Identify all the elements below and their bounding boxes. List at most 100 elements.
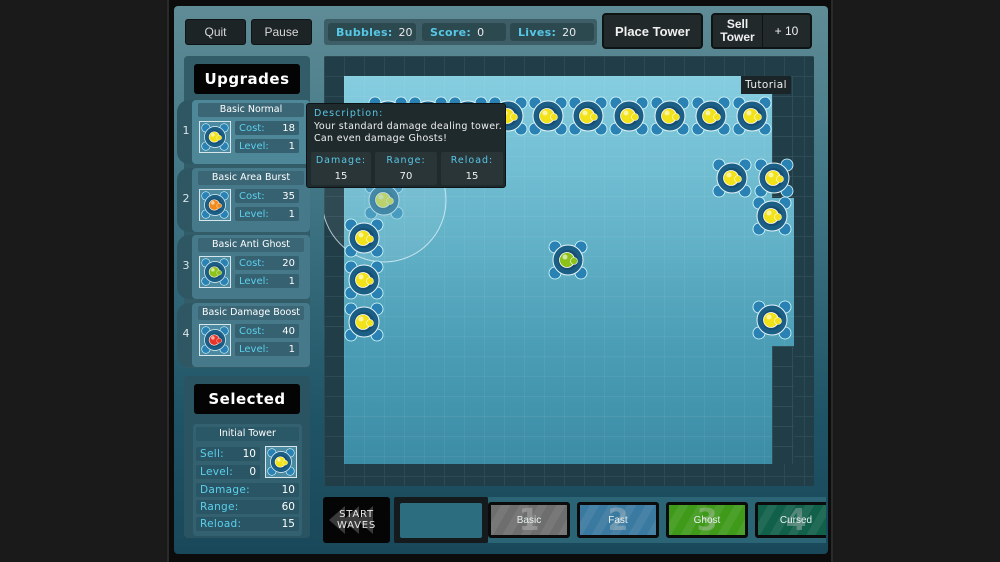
range-value: 60	[281, 501, 295, 513]
sell-row: Sell: 10	[196, 447, 260, 461]
sell-value: + 10	[774, 24, 799, 38]
upgrade-card[interactable]: Basic Normal Cost: 18 Level: 1	[192, 100, 310, 164]
tower-basic[interactable]	[569, 97, 607, 135]
bubbles-label: Bubbles:	[336, 25, 393, 39]
wave-ghost[interactable]: 3 Ghost	[666, 502, 748, 538]
upgrade-cost-row: Cost: 40	[235, 324, 299, 338]
tower-basic[interactable]	[610, 97, 648, 135]
upgrade-cost-row: Cost: 18	[235, 121, 299, 135]
tutorial-button[interactable]: Tutorial	[741, 76, 791, 94]
area-burst-tower-icon	[201, 191, 229, 219]
upgrade-level-row: Level: 1	[235, 207, 299, 221]
wave-name: Fast	[608, 514, 628, 526]
level-value: 1	[288, 140, 295, 152]
level-label: Level:	[239, 208, 269, 220]
level-value: 1	[288, 208, 295, 220]
upgrade-cost-row: Cost: 35	[235, 189, 299, 203]
upgrade-icon	[199, 256, 231, 288]
cost-value: 40	[282, 325, 295, 337]
pause-button[interactable]: Pause	[251, 19, 312, 45]
lives-value: 20	[562, 25, 577, 39]
upgrade-number: 3	[182, 259, 190, 272]
cost-label: Cost:	[239, 257, 265, 269]
tower-area-burst[interactable]	[753, 301, 791, 339]
sell-tower-button[interactable]: Sell Tower + 10	[711, 13, 812, 49]
range-label: Range:	[200, 501, 239, 513]
cost-label: Cost:	[239, 190, 265, 202]
tower-basic[interactable]	[755, 159, 793, 197]
tower-basic[interactable]	[345, 261, 383, 299]
wave-cursed[interactable]: 4 Cursed	[755, 502, 826, 538]
upgrade-icon	[199, 121, 231, 153]
level-value: 1	[288, 343, 295, 355]
level-label: Level:	[239, 275, 269, 287]
wave-track: 1 Basic 2 Fast 3 Ghost 4 Cursed	[488, 497, 826, 543]
tooltip-damage: Damage: 15	[311, 152, 371, 185]
cost-label: Cost:	[239, 122, 265, 134]
upgrade-number: 4	[182, 327, 190, 340]
damage-row: Damage: 10	[196, 483, 299, 497]
upgrade-name: Basic Normal	[198, 103, 304, 117]
cost-value: 20	[282, 257, 295, 269]
start-waves-line1: START	[339, 509, 374, 520]
wave-fast[interactable]: 2 Fast	[577, 502, 659, 538]
upgrade-name: Basic Damage Boost	[198, 306, 304, 320]
upgrades-title: Upgrades	[194, 64, 300, 94]
tower-basic[interactable]	[713, 159, 751, 197]
upgrade-icon	[199, 189, 231, 221]
tower-tooltip: Description: Your standard damage dealin…	[306, 103, 506, 188]
stats-bar: Bubbles: 20 Score: 0 Lives: 20	[324, 19, 597, 45]
place-tower-button[interactable]: Place Tower	[602, 13, 703, 49]
bubbles-stat: Bubbles: 20	[328, 23, 416, 41]
cost-label: Cost:	[239, 325, 265, 337]
anti-ghost-tower-icon	[201, 258, 229, 286]
tower-basic[interactable]	[692, 97, 730, 135]
upgrade-name: Basic Area Burst	[198, 171, 304, 185]
level-value: 0	[249, 466, 256, 478]
stage: Quit Pause Bubbles: 20 Score: 0 Lives: 2…	[0, 0, 1000, 562]
score-label: Score:	[430, 25, 472, 39]
tower-basic[interactable]	[345, 303, 383, 341]
upgrade-card[interactable]: Basic Damage Boost Cost: 40 Level: 1	[192, 303, 310, 367]
reload-label: Reload:	[200, 518, 242, 530]
tower-basic[interactable]	[345, 219, 383, 257]
score-value: 0	[477, 25, 485, 39]
basic-tower-icon	[267, 448, 295, 476]
selected-tower-name: Initial Tower	[196, 427, 299, 441]
start-waves-line2: WAVES	[336, 520, 377, 531]
basic-normal-tower-icon	[201, 123, 229, 151]
damage-label: Damage:	[200, 484, 250, 496]
tooltip-range-label: Range:	[386, 155, 426, 166]
tower-basic[interactable]	[529, 97, 567, 135]
damage-value: 10	[281, 484, 295, 496]
reload-value: 15	[281, 518, 295, 530]
start-waves-button[interactable]: START WAVES	[323, 497, 390, 543]
tower-basic[interactable]	[733, 97, 771, 135]
cost-value: 18	[282, 122, 295, 134]
level-row: Level: 0	[196, 465, 260, 479]
current-wave-slot-inner	[400, 503, 482, 538]
upgrade-name: Basic Anti Ghost	[198, 238, 304, 252]
wave-name: Basic	[516, 514, 542, 526]
quit-button[interactable]: Quit	[185, 19, 246, 45]
sell-label: Sell:	[200, 448, 224, 460]
tower-basic[interactable]	[651, 97, 689, 135]
tower-area-burst[interactable]	[753, 197, 791, 235]
upgrade-icon	[199, 324, 231, 356]
tower-anti-ghost[interactable]	[549, 241, 587, 279]
damage-boost-tower-icon	[201, 326, 229, 354]
upgrade-card[interactable]: Basic Anti Ghost Cost: 20 Level: 1	[192, 235, 310, 299]
lives-label: Lives:	[518, 25, 557, 39]
score-stat: Score: 0	[422, 23, 506, 41]
wave-basic[interactable]: 1 Basic	[488, 502, 570, 538]
tooltip-damage-label: Damage:	[315, 155, 367, 166]
level-label: Level:	[239, 343, 269, 355]
range-row: Range: 60	[196, 500, 299, 514]
sell-tower-label-line2: Tower	[720, 30, 755, 44]
tooltip-damage-value: 15	[334, 171, 348, 182]
tooltip-title: Description:	[314, 108, 384, 119]
upgrade-card[interactable]: Basic Area Burst Cost: 35 Level: 1	[192, 168, 310, 232]
cost-value: 35	[282, 190, 295, 202]
upgrade-level-row: Level: 1	[235, 274, 299, 288]
wave-name: Ghost	[693, 514, 721, 526]
